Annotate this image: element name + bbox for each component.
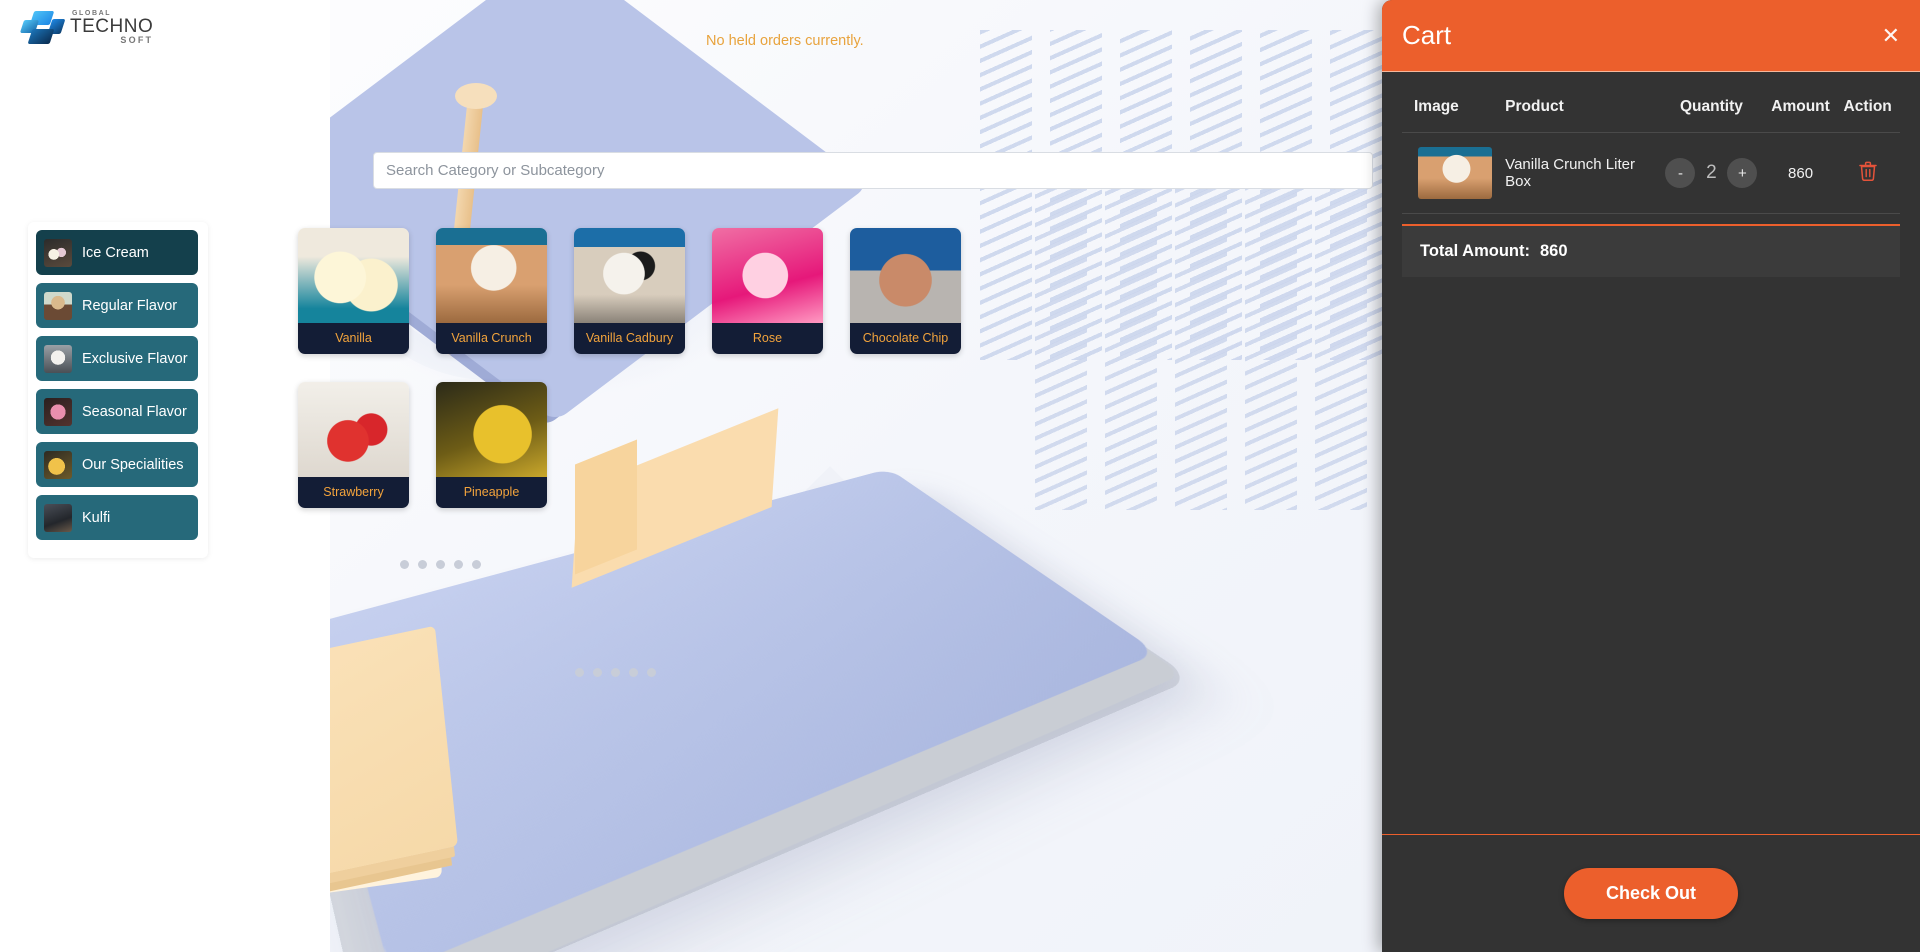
- held-orders-notice: No held orders currently.: [706, 33, 864, 49]
- four-squares-logo-icon: [22, 11, 62, 45]
- product-card-vanilla-crunch[interactable]: Vanilla Crunch: [436, 228, 547, 354]
- cart-footer: Check Out: [1382, 834, 1920, 952]
- ice-cream-thumb: [44, 239, 72, 267]
- sidebar-item-label: Our Specialities: [82, 457, 184, 473]
- product-card-rose[interactable]: Rose: [712, 228, 823, 354]
- sidebar-item-our-specialities[interactable]: Our Specialities: [36, 442, 198, 487]
- vanilla-crunch-photo: [436, 228, 547, 323]
- product-grid: Vanilla Vanilla Crunch Vanilla Cadbury R…: [298, 228, 1058, 508]
- cart-row-amount: 860: [1766, 133, 1836, 214]
- pineapple-photo: [436, 382, 547, 477]
- app-root: GLOBAL TECHNO SOFT No held orders curren…: [0, 0, 1920, 952]
- sidebar-item-label: Exclusive Flavor: [82, 351, 188, 367]
- total-amount-label: Total Amount:: [1420, 242, 1530, 261]
- product-card-label: Chocolate Chip: [850, 323, 961, 354]
- sidebar-item-seasonal-flavor[interactable]: Seasonal Flavor: [36, 389, 198, 434]
- increment-quantity-button[interactable]: +: [1727, 158, 1757, 188]
- column-header-quantity: Quantity: [1657, 90, 1766, 133]
- category-sidebar: Ice Cream Regular Flavor Exclusive Flavo…: [28, 222, 208, 558]
- cart-table-header-row: Image Product Quantity Amount Action: [1402, 90, 1900, 133]
- product-card-label: Pineapple: [436, 477, 547, 508]
- search-input[interactable]: [386, 162, 1360, 179]
- table-row: Vanilla Crunch Liter Box - 2 + 860: [1402, 133, 1900, 214]
- quantity-value: 2: [1703, 162, 1719, 184]
- total-amount-value: 860: [1540, 242, 1568, 261]
- kulfi-thumb: [44, 504, 72, 532]
- cart-row-product-name: Vanilla Crunch Liter Box: [1501, 133, 1657, 214]
- logo-soft-text: SOFT: [120, 36, 153, 45]
- vanilla-crunch-photo: [1418, 147, 1492, 199]
- checkout-button[interactable]: Check Out: [1564, 868, 1738, 919]
- vanilla-cadbury-photo: [574, 228, 685, 323]
- sidebar-item-label: Regular Flavor: [82, 298, 177, 314]
- cart-row-quantity-cell: - 2 +: [1657, 133, 1766, 214]
- logo-wordmark: GLOBAL TECHNO SOFT: [70, 10, 153, 45]
- product-card-label: Strawberry: [298, 477, 409, 508]
- search-bar[interactable]: [373, 152, 1373, 189]
- product-card-label: Vanilla Cadbury: [574, 323, 685, 354]
- specialities-thumb: [44, 451, 72, 479]
- cart-total-bar: Total Amount: 860: [1402, 224, 1900, 277]
- product-card-vanilla[interactable]: Vanilla: [298, 228, 409, 354]
- cart-row-action-cell: [1835, 133, 1900, 214]
- product-card-vanilla-cadbury[interactable]: Vanilla Cadbury: [574, 228, 685, 354]
- product-card-pineapple[interactable]: Pineapple: [436, 382, 547, 508]
- vanilla-ice-cream-photo: [298, 228, 409, 323]
- sidebar-item-label: Kulfi: [82, 510, 110, 526]
- trash-icon: [1859, 161, 1877, 181]
- strawberry-photo: [298, 382, 409, 477]
- sidebar-item-label: Seasonal Flavor: [82, 404, 187, 420]
- exclusive-flavor-thumb: [44, 345, 72, 373]
- cart-title: Cart: [1402, 20, 1451, 51]
- product-card-label: Vanilla Crunch: [436, 323, 547, 354]
- chocolate-chip-photo: [850, 228, 961, 323]
- cart-row-image-cell: [1402, 133, 1501, 214]
- sidebar-item-exclusive-flavor[interactable]: Exclusive Flavor: [36, 336, 198, 381]
- sidebar-item-kulfi[interactable]: Kulfi: [36, 495, 198, 540]
- decrement-quantity-button[interactable]: -: [1665, 158, 1695, 188]
- sidebar-item-label: Ice Cream: [82, 245, 149, 261]
- column-header-action: Action: [1835, 90, 1900, 133]
- logo-techno-text: TECHNO: [70, 17, 153, 36]
- regular-flavor-thumb: [44, 292, 72, 320]
- delete-item-button[interactable]: [1859, 161, 1877, 181]
- quantity-stepper: - 2 +: [1661, 158, 1762, 188]
- column-header-amount: Amount: [1766, 90, 1836, 133]
- cart-header: Cart ✕: [1382, 0, 1920, 72]
- column-header-image: Image: [1402, 90, 1501, 133]
- rose-ice-cream-photo: [712, 228, 823, 323]
- seasonal-flavor-thumb: [44, 398, 72, 426]
- app-logo[interactable]: GLOBAL TECHNO SOFT: [22, 10, 153, 45]
- product-card-label: Rose: [712, 323, 823, 354]
- product-card-chocolate-chip[interactable]: Chocolate Chip: [850, 228, 961, 354]
- product-card-label: Vanilla: [298, 323, 409, 354]
- cart-body: Image Product Quantity Amount Action Van…: [1382, 72, 1920, 834]
- cart-table: Image Product Quantity Amount Action Van…: [1402, 90, 1900, 214]
- sidebar-item-ice-cream[interactable]: Ice Cream: [36, 230, 198, 275]
- sidebar-item-regular-flavor[interactable]: Regular Flavor: [36, 283, 198, 328]
- product-card-strawberry[interactable]: Strawberry: [298, 382, 409, 508]
- cart-drawer: Cart ✕ Image Product Quantity Amount Act…: [1382, 0, 1920, 952]
- close-icon[interactable]: ✕: [1882, 25, 1900, 47]
- column-header-product: Product: [1501, 90, 1657, 133]
